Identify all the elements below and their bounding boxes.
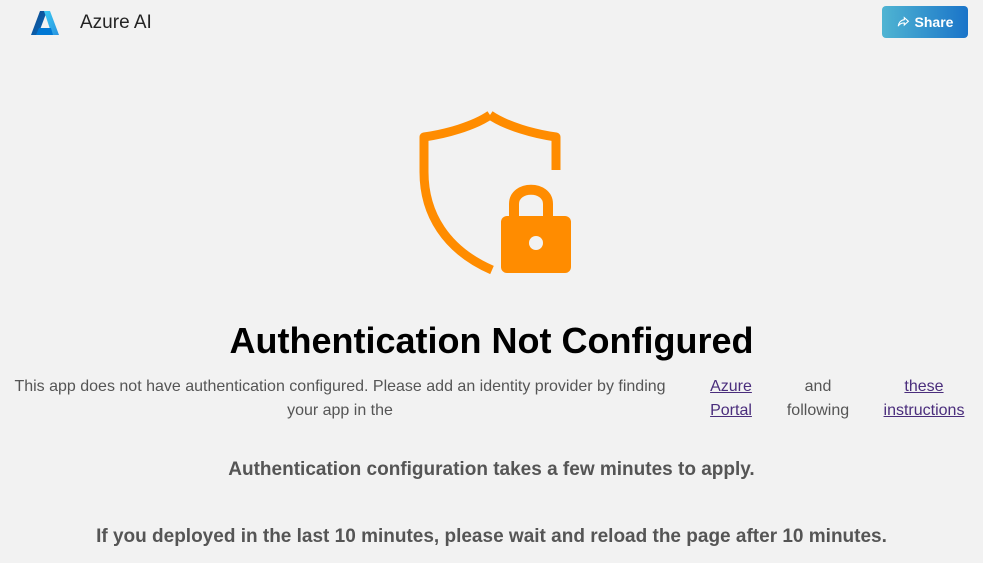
message-text: This app does not have authentication co… [14, 378, 666, 419]
config-delay-note: Authentication configuration takes a few… [228, 459, 755, 480]
top-header: Azure AI Share [0, 0, 983, 46]
auth-message: This app does not have authentication co… [0, 375, 983, 425]
shield-lock-icon [416, 110, 576, 280]
share-icon [897, 15, 909, 26]
share-button[interactable]: Share [882, 6, 968, 38]
reload-note: If you deployed in the last 10 minutes, … [96, 526, 887, 547]
share-label: Share [914, 14, 954, 30]
message-connector: and following [786, 378, 850, 419]
app-title: Azure AI [80, 12, 152, 33]
azure-logo-icon[interactable] [30, 10, 60, 36]
page-title: Authentication Not Configured [229, 320, 754, 361]
azure-portal-link[interactable]: Azure Portal [710, 378, 752, 419]
instructions-link[interactable]: these instructions [884, 378, 965, 419]
